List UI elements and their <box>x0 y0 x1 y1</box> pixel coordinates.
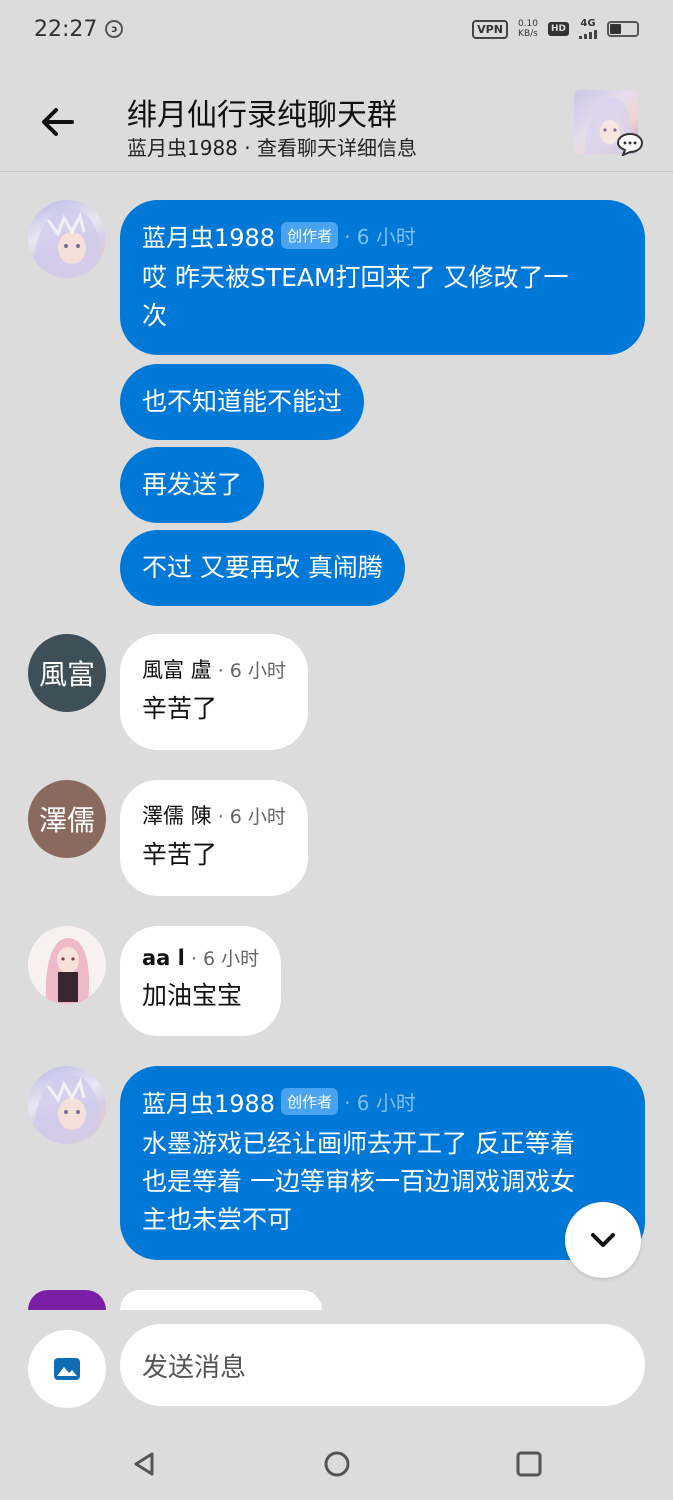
message-text: 再发送了 <box>142 470 243 499</box>
message-text: 不过 又要再改 真闹腾 <box>142 553 383 582</box>
anime-avatar-image <box>32 207 101 278</box>
message-text: 加油宝宝 <box>142 981 243 1010</box>
message-text: 辛苦了 <box>142 840 218 869</box>
sender-avatar[interactable]: 風富 <box>28 634 106 712</box>
message-bubble[interactable] <box>120 1290 322 1310</box>
message-time: · 6 小时 <box>190 948 260 970</box>
image-button[interactable] <box>28 1330 106 1408</box>
message-input-placeholder: 发送消息 <box>142 1352 247 1383</box>
back-button[interactable] <box>36 100 80 144</box>
message-meta: 風富 盧 · 6 小时 <box>142 654 286 684</box>
message-text: 哎 昨天被STEAM打回来了 又修改了一 <box>142 263 569 292</box>
triangle-back-icon <box>134 1452 154 1476</box>
hd-icon: HD <box>547 22 569 36</box>
chat-header: 绯月仙行录纯聊天群 蓝月虫1988 · 查看聊天详细信息 <box>0 70 673 172</box>
message-time: · 6 小时 <box>344 1091 416 1115</box>
battery-icon <box>607 21 639 37</box>
chat-subtitle[interactable]: 蓝月虫1988 · 查看聊天详细信息 <box>127 132 417 161</box>
message-bubble[interactable]: 風富 盧 · 6 小时 辛苦了 <box>120 634 308 750</box>
message-text: 也是等着 一边等审核一百边调戏调戏女 <box>142 1167 575 1196</box>
network-speed: 0.10 KB/s <box>517 19 538 39</box>
signal-icon: 4G <box>579 19 597 39</box>
anime-avatar-image <box>28 926 106 1004</box>
message-bubble[interactable]: 澤儒 陳 · 6 小时 辛苦了 <box>120 780 308 896</box>
navigation-bar <box>0 1430 673 1500</box>
message-text: 辛苦了 <box>142 694 218 723</box>
message-bubble[interactable]: 也不知道能不能过 <box>120 364 365 440</box>
image-icon <box>54 1358 80 1380</box>
vpn-icon: VPN <box>472 19 508 39</box>
creator-badge: 创作者 <box>281 222 339 249</box>
status-bar: 22:27 ↄ VPN 0.10 KB/s HD 4G <box>0 0 673 58</box>
sender-name[interactable]: 蓝月虫1988 <box>142 218 275 253</box>
square-recent-icon <box>516 1451 542 1477</box>
message-time: · 6 小时 <box>217 659 286 682</box>
message-time: · 6 小时 <box>344 225 416 249</box>
arrow-left-icon <box>42 108 74 136</box>
sender-name[interactable]: 澤儒 陳 <box>142 800 212 830</box>
message-bubble[interactable]: 蓝月虫1988 创作者 · 6 小时 哎 昨天被STEAM打回来了 又修改了一 … <box>120 200 645 355</box>
message-bubble[interactable]: 再发送了 <box>120 447 265 523</box>
message-time: · 6 小时 <box>217 805 286 828</box>
composer: 发送消息 <box>0 1310 673 1430</box>
sender-avatar[interactable]: 澤儒 <box>28 780 106 858</box>
message-meta: aa l · 6 小时 <box>142 944 259 971</box>
status-time: 22:27 <box>34 16 98 42</box>
sender-avatar[interactable] <box>28 926 106 1004</box>
message-meta: 澤儒 陳 · 6 小时 <box>142 800 286 830</box>
message-text: 主也未尝不可 <box>142 1205 293 1234</box>
message-text: 次 <box>142 301 168 330</box>
anime-avatar-image <box>32 1073 101 1144</box>
sender-avatar[interactable] <box>28 1066 106 1144</box>
chat-bubble-icon[interactable] <box>616 132 644 157</box>
message-text: 也不知道能不能过 <box>142 387 343 416</box>
sender-name[interactable]: aa l <box>142 946 185 970</box>
nav-back-button[interactable] <box>124 1444 164 1484</box>
chevron-down-icon <box>591 1233 615 1247</box>
nav-recent-button[interactable] <box>509 1444 549 1484</box>
sender-avatar[interactable] <box>28 1290 106 1310</box>
sender-avatar[interactable] <box>28 200 106 278</box>
notification-icon: ↄ <box>105 20 124 38</box>
message-bubble[interactable]: aa l · 6 小时 加油宝宝 <box>120 926 282 1036</box>
message-bubble[interactable]: 不过 又要再改 真闹腾 <box>120 530 405 606</box>
message-meta: 蓝月虫1988 创作者 · 6 小时 <box>142 218 623 253</box>
message-meta: 蓝月虫1988 创作者 · 6 小时 <box>142 1084 623 1119</box>
chat-title[interactable]: 绯月仙行录纯聊天群 <box>127 90 397 134</box>
sender-name[interactable]: 風富 盧 <box>142 654 212 684</box>
message-input[interactable]: 发送消息 <box>120 1324 645 1406</box>
sender-name[interactable]: 蓝月虫1988 <box>142 1084 275 1119</box>
message-text: 水墨游戏已经让画师去开工了 反正等着 <box>142 1129 575 1158</box>
circle-home-icon <box>324 1451 350 1477</box>
creator-badge: 创作者 <box>281 1088 339 1115</box>
scroll-down-button[interactable] <box>565 1202 641 1278</box>
nav-home-button[interactable] <box>317 1444 357 1484</box>
